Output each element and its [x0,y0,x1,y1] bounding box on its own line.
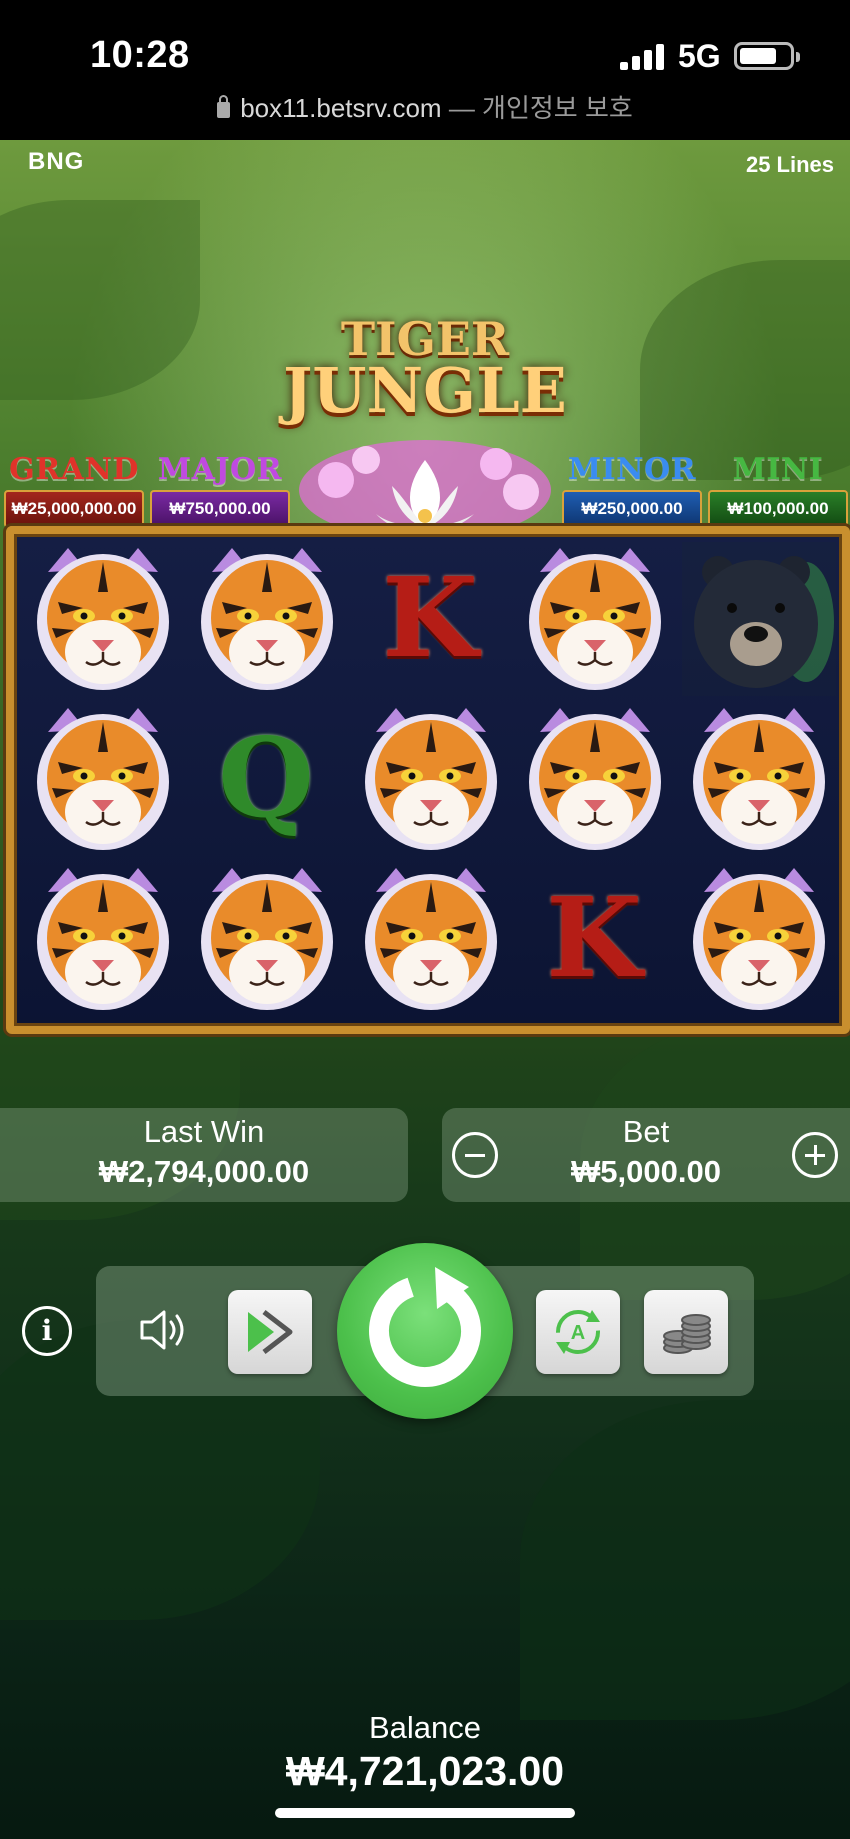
tiger-symbol [184,538,348,698]
tiger-icon [520,542,670,694]
tiger-icon [356,862,506,1014]
jackpot-grand: GRAND ₩25,000,000.00 [4,452,144,536]
home-indicator[interactable] [275,1808,575,1818]
jackpot-amount: ₩100,000.00 [708,490,848,528]
letter-k-symbol: K [382,553,478,682]
jackpot-amount: ₩25,000,000.00 [4,490,144,528]
last-win-value: ₩2,794,000.00 [98,1154,310,1189]
jackpot-mini: MINI ₩100,000.00 [708,452,848,536]
tiger-symbol [348,858,512,1018]
tiger-icon [192,542,342,694]
info-icon: i [41,1314,53,1347]
tiger-symbol [20,858,184,1018]
jackpot-minor: MINOR ₩250,000.00 [562,452,702,536]
game-area: BNG 25 Lines TIGER JUNGLE GRAND ₩25,000,… [0,140,850,1839]
bear-icon [682,542,836,696]
autoplay-button[interactable]: A [536,1290,620,1374]
increase-bet-button[interactable] [792,1132,838,1178]
signal-icon [620,44,664,70]
network-type: 5G [678,38,721,74]
letter-q-symbol: Q [218,713,314,842]
address-bar[interactable]: box11.betsrv.com — 개인정보 보호 [0,88,850,125]
bet-panel: Bet ₩5,000.00 [442,1108,850,1202]
status-bar: 10:28 5G box11.betsrv.com — 개인정보 보호 [0,0,850,140]
reel-grid: QKK [6,526,850,1034]
jackpot-major: MAJOR ₩750,000.00 [150,452,290,536]
tiger-icon [520,702,670,854]
tiger-symbol [184,858,348,1018]
svg-text:A: A [571,1322,585,1344]
letter-symbol: K [348,538,512,698]
lock-icon [217,95,231,118]
tiger-symbol [20,698,184,858]
coins-icon [663,1314,711,1354]
battery-icon [734,42,800,70]
tiger-symbol [512,698,676,858]
letter-symbol: Q [184,698,348,858]
balance-label: Balance [368,1710,482,1745]
info-button[interactable]: i [22,1306,72,1356]
tiger-symbol [348,698,512,858]
game-title-line2: JUNGLE [283,354,567,427]
privacy-label: — 개인정보 보호 [448,93,633,123]
turbo-icon [248,1310,293,1354]
jackpot-name: MAJOR [157,452,283,487]
tiger-icon [684,702,834,854]
bear-symbol [676,538,840,698]
tiger-icon [28,862,178,1014]
jackpot-amount: ₩250,000.00 [562,490,702,528]
sound-icon[interactable] [136,1302,192,1358]
letter-symbol: K [512,858,676,1018]
letter-k-symbol: K [546,873,642,1002]
tiger-symbol [20,538,184,698]
tiger-icon [28,542,178,694]
last-win-panel: Last Win ₩2,794,000.00 [0,1108,408,1202]
tiger-icon [684,862,834,1014]
tiger-symbol [512,538,676,698]
provider-logo: BNG [28,148,85,175]
jackpot-name: MINI [732,452,824,487]
tiger-icon [192,862,342,1014]
jackpot-amount: ₩750,000.00 [150,490,290,528]
clock: 10:28 [90,34,190,76]
spin-icon [369,1267,481,1387]
lines-label: 25 Lines [745,152,834,177]
foliage [520,1400,850,1720]
turbo-button[interactable] [228,1290,312,1374]
bet-value: ₩5,000.00 [571,1154,721,1189]
bet-label: Bet [622,1114,670,1149]
autoplay-icon: A [556,1310,600,1354]
jackpot-name: GRAND [9,452,139,487]
url-text: box11.betsrv.com [240,93,442,123]
spin-button[interactable] [337,1243,513,1419]
jackpot-name: MINOR [567,452,697,487]
last-win-label: Last Win [143,1114,265,1149]
tiger-symbol [676,698,840,858]
tiger-icon [356,702,506,854]
balance-value: ₩4,721,023.00 [285,1748,565,1794]
tiger-icon [28,702,178,854]
tiger-symbol [676,858,840,1018]
coins-button[interactable] [644,1290,728,1374]
